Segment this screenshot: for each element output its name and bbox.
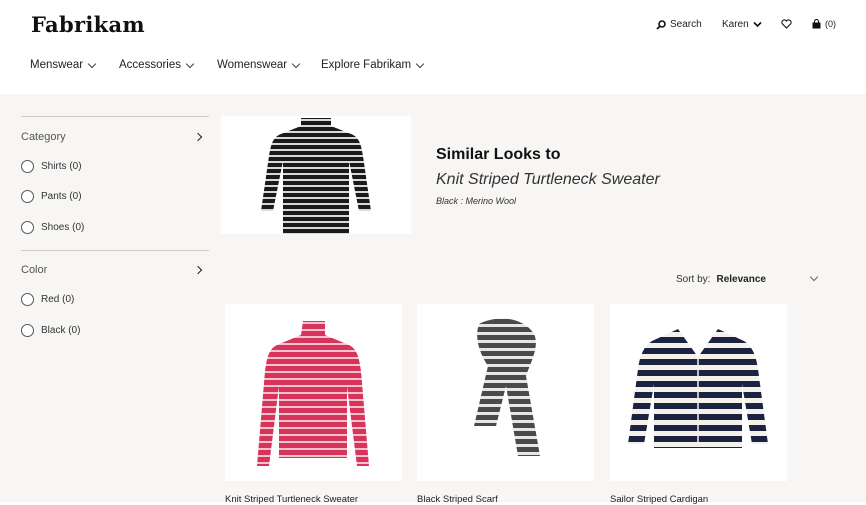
filter-option-shoes[interactable]: Shoes (0) <box>21 221 84 234</box>
filter-option-label: Pants (0) <box>41 191 82 202</box>
filter-category-header[interactable]: Category <box>21 131 207 143</box>
product-card-turtleneck[interactable] <box>225 304 402 481</box>
filter-option-label: Shirts (0) <box>41 161 82 172</box>
nav-label: Accessories <box>119 59 181 71</box>
filter-option-black[interactable]: Black (0) <box>21 324 80 337</box>
heart-icon <box>781 19 792 29</box>
hero-product-meta: Black : Merino Wool <box>436 196 517 206</box>
filter-option-pants[interactable]: Pants (0) <box>21 190 82 203</box>
hero-product-name: Knit Striped Turtleneck Sweater <box>436 171 660 188</box>
nav-womenswear[interactable]: Womenswear <box>217 59 301 71</box>
chevron-down-icon <box>753 21 762 28</box>
wishlist-button[interactable] <box>781 19 792 29</box>
nav-explore-fabrikam[interactable]: Explore Fabrikam <box>321 59 425 71</box>
filter-title: Color <box>21 264 48 276</box>
product-image <box>628 329 768 448</box>
chevron-down-icon <box>415 59 425 68</box>
sort-label: Sort by: <box>676 274 711 285</box>
sort-value: Relevance <box>716 274 766 285</box>
account-menu[interactable]: Karen <box>722 19 762 30</box>
account-name: Karen <box>722 19 749 30</box>
brand-logo[interactable]: Fabrikam <box>31 12 145 37</box>
filter-title: Category <box>21 131 66 143</box>
divider <box>21 116 209 117</box>
filter-option-label: Black (0) <box>41 325 81 336</box>
product-name[interactable]: Black Striped Scarf <box>417 494 498 505</box>
chevron-right-icon <box>193 265 203 275</box>
radio-button[interactable] <box>21 221 34 234</box>
sort-dropdown[interactable]: Sort by: Relevance <box>676 274 766 285</box>
radio-button[interactable] <box>21 293 34 306</box>
chevron-down-icon <box>185 59 195 68</box>
nav-label: Explore Fabrikam <box>321 59 412 71</box>
filter-option-shirts[interactable]: Shirts (0) <box>21 160 82 173</box>
cart-button[interactable]: (0) <box>812 19 836 29</box>
product-card-scarf[interactable] <box>417 304 594 481</box>
chevron-right-icon <box>193 132 203 142</box>
nav-label: Womenswear <box>217 59 288 71</box>
radio-button[interactable] <box>21 324 34 337</box>
nav-accessories[interactable]: Accessories <box>119 59 195 71</box>
product-image <box>474 318 540 456</box>
divider <box>21 250 209 251</box>
product-name[interactable]: Knit Striped Turtleneck Sweater <box>225 494 358 505</box>
filter-option-label: Red (0) <box>41 294 75 305</box>
filter-color-header[interactable]: Color <box>21 264 207 276</box>
chevron-down-icon <box>87 59 97 68</box>
radio-button[interactable] <box>21 160 34 173</box>
product-name[interactable]: Sailor Striped Cardigan <box>610 494 708 505</box>
product-card-cardigan[interactable] <box>610 304 787 481</box>
cart-count: (0) <box>825 19 836 29</box>
search-icon <box>656 19 666 30</box>
hero-product-image <box>221 116 411 234</box>
search-button[interactable]: Search <box>656 19 702 30</box>
nav-menswear[interactable]: Menswear <box>30 59 97 71</box>
search-label: Search <box>670 19 702 30</box>
page-title: Similar Looks to <box>436 146 561 163</box>
nav-label: Menswear <box>30 59 84 71</box>
filter-option-label: Shoes (0) <box>41 222 85 233</box>
site-header: Fabrikam Search Karen (0) Menswear Acces… <box>0 0 866 94</box>
shopping-bag-icon <box>812 19 821 29</box>
filter-option-red[interactable]: Red (0) <box>21 293 74 306</box>
chevron-down-icon <box>291 59 301 68</box>
radio-button[interactable] <box>21 190 34 203</box>
product-image <box>257 321 369 466</box>
